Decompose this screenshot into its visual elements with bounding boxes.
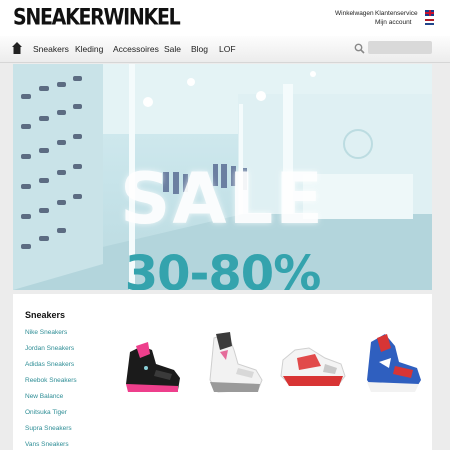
product-image-blue-red-sneaker[interactable] <box>355 324 431 400</box>
category-link[interactable]: Onitsuka Tiger <box>25 409 67 416</box>
category-title: Sneakers <box>25 310 66 320</box>
main-nav: Sneakers Kleding Accessoires Sale Blog L… <box>0 36 450 63</box>
my-account-link[interactable]: Mijn account <box>375 19 412 26</box>
category-link[interactable]: Reebok Sneakers <box>25 377 77 384</box>
discount-text: 30-80% <box>124 246 322 290</box>
search-input[interactable] <box>368 41 432 54</box>
customer-service-link[interactable]: Klantenservice <box>375 10 418 17</box>
category-link[interactable]: Vans Sneakers <box>25 441 69 448</box>
nav-item-sale[interactable]: Sale <box>164 44 181 54</box>
page: SNEAKERWINKEL Winkelwagen Klantenservice… <box>0 0 450 450</box>
category-link[interactable]: Adidas Sneakers <box>25 361 74 368</box>
search-icon[interactable] <box>354 43 365 54</box>
sale-heading: SALE <box>119 158 325 240</box>
nav-item-accessoires[interactable]: Accessoires <box>113 44 159 54</box>
nl-flag-icon[interactable] <box>425 19 434 25</box>
cart-link[interactable]: Winkelwagen <box>335 10 374 17</box>
product-image-white-grey-sneaker[interactable] <box>196 324 272 400</box>
product-image-white-red-sneaker[interactable] <box>275 324 351 400</box>
category-link[interactable]: Nike Sneakers <box>25 329 67 336</box>
home-icon[interactable] <box>12 42 22 54</box>
uk-flag-icon[interactable] <box>425 10 434 16</box>
category-link[interactable]: Supra Sneakers <box>25 425 72 432</box>
nav-item-blog[interactable]: Blog <box>191 44 208 54</box>
sale-banner[interactable]: SALE 30-80% <box>13 64 432 290</box>
nav-item-sneakers[interactable]: Sneakers <box>33 44 69 54</box>
logo[interactable]: SNEAKERWINKEL <box>13 5 181 30</box>
header: SNEAKERWINKEL Winkelwagen Klantenservice… <box>0 0 450 36</box>
nav-item-kleding[interactable]: Kleding <box>75 44 103 54</box>
product-image-black-pink-sneaker[interactable] <box>116 324 192 400</box>
content-area: Sneakers Nike Sneakers Jordan Sneakers A… <box>13 294 432 450</box>
nav-item-lof[interactable]: LOF <box>219 44 236 54</box>
category-link[interactable]: Jordan Sneakers <box>25 345 74 352</box>
category-link[interactable]: New Balance <box>25 393 63 400</box>
